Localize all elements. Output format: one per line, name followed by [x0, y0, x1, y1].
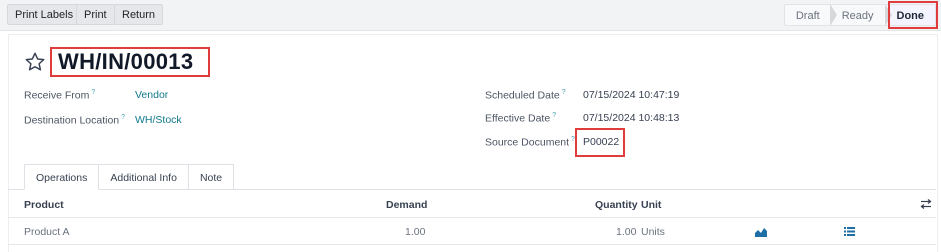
help-tooltip-icon[interactable]: ? — [562, 89, 566, 96]
tab-note[interactable]: Note — [188, 164, 235, 190]
destination-value[interactable]: WH/Stock — [135, 114, 182, 126]
row-demand[interactable]: 1.00 — [405, 226, 425, 238]
column-header-quantity[interactable]: Quantity — [595, 199, 638, 211]
print-button[interactable]: Print — [76, 4, 115, 25]
notebook-tabs: Operations Additional Info Note — [24, 164, 235, 190]
column-header-product[interactable]: Product — [24, 199, 64, 211]
highlight-box-source — [575, 128, 625, 157]
highlight-box-title — [50, 47, 210, 77]
help-tooltip-icon[interactable]: ? — [121, 114, 125, 121]
table-header-divider — [8, 217, 936, 218]
table-row-divider — [8, 244, 936, 245]
receive-from-value[interactable]: Vendor — [135, 89, 168, 101]
help-tooltip-icon[interactable]: ? — [552, 112, 556, 119]
star-icon[interactable] — [24, 51, 46, 73]
tab-operations[interactable]: Operations — [24, 164, 100, 190]
row-product[interactable]: Product A — [24, 226, 70, 238]
destination-label: Destination Location? — [24, 114, 126, 127]
status-ready[interactable]: Ready — [829, 4, 885, 26]
row-unit[interactable]: Units — [641, 226, 665, 238]
control-panel: Print Labels Print Return Draft Ready Do… — [0, 0, 941, 31]
return-button[interactable]: Return — [114, 4, 164, 25]
print-labels-button[interactable]: Print Labels — [7, 4, 82, 25]
effective-date-label: Effective Date? — [485, 112, 557, 125]
scheduled-date-value[interactable]: 07/15/2024 10:47:19 — [583, 89, 679, 101]
highlight-box-status — [888, 1, 938, 29]
receive-from-label: Receive From? — [24, 89, 96, 102]
scheduled-date-label: Scheduled Date? — [485, 89, 566, 102]
help-tooltip-icon[interactable]: ? — [91, 89, 95, 96]
tab-additional-info[interactable]: Additional Info — [99, 164, 189, 190]
chart-icon[interactable] — [755, 227, 767, 237]
settings-sliders-icon[interactable] — [920, 198, 932, 210]
list-icon[interactable] — [844, 227, 855, 236]
source-document-label: Source Document? — [485, 136, 575, 149]
row-quantity[interactable]: 1.00 — [616, 226, 636, 238]
status-draft[interactable]: Draft — [783, 4, 831, 26]
column-header-demand[interactable]: Demand — [386, 199, 427, 211]
column-header-unit[interactable]: Unit — [641, 199, 661, 211]
effective-date-value[interactable]: 07/15/2024 10:48:13 — [583, 112, 679, 124]
